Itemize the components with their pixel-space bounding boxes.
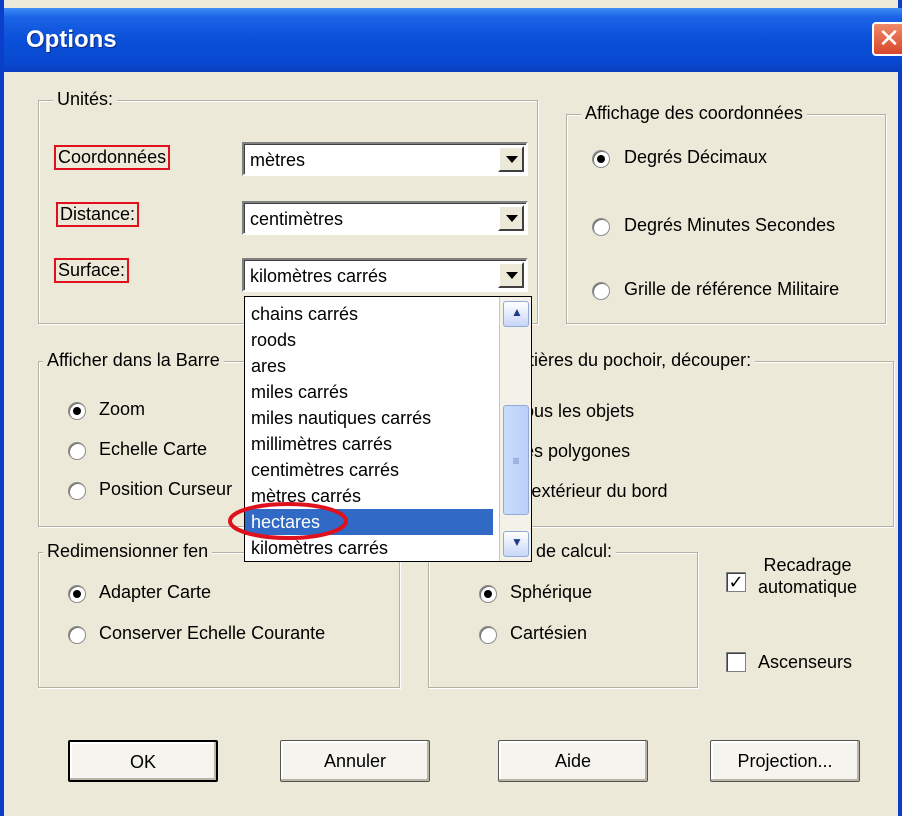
chevron-down-icon: ▼ <box>511 535 523 549</box>
help-button[interactable]: Aide <box>498 740 648 782</box>
distance-label: Distance: <box>56 202 140 227</box>
resize-group: Redimensionner fen <box>38 541 400 688</box>
dropdown-scrollbar[interactable]: ▲ ≡ ▼ <box>499 297 531 561</box>
coord-unit-value: mètres <box>250 150 306 170</box>
status-radio-scale[interactable] <box>68 442 86 460</box>
calc-option-cartesian: Cartésien <box>510 623 588 643</box>
stencil-option-outside[interactable]: l'extérieur du bord <box>524 481 668 502</box>
chevron-up-icon: ▲ <box>511 305 523 319</box>
units-legend: Unités: <box>53 89 118 110</box>
dialog-client: Unités: Coordonnées Distance: Surface: m… <box>4 72 898 816</box>
dropdown-item[interactable]: roods <box>245 327 493 353</box>
stencil-option-all[interactable]: ous les objets <box>524 401 634 422</box>
projection-button[interactable]: Projection... <box>710 740 860 782</box>
surface-label: Surface: <box>54 258 130 283</box>
surface-dropdown-button[interactable] <box>498 262 524 288</box>
cancel-button[interactable]: Annuler <box>280 740 430 782</box>
distance-unit-select[interactable]: centimètres <box>242 201 528 235</box>
close-icon[interactable]: ✕ <box>872 22 902 56</box>
resize-option-fit: Adapter Carte <box>99 582 212 602</box>
resize-radio-keep-scale[interactable] <box>68 626 86 644</box>
status-radio-zoom[interactable] <box>68 402 86 420</box>
calc-radio-cartesian[interactable] <box>479 626 497 644</box>
scrollbars-checkbox[interactable] <box>726 652 746 672</box>
coords-display-legend: Affichage des coordonnées <box>581 103 807 124</box>
calc-radio-spherical[interactable] <box>479 585 497 603</box>
scroll-up-button[interactable]: ▲ <box>503 301 529 327</box>
dropdown-item[interactable]: chains carrés <box>245 301 493 327</box>
autocrop-label-line2: automatique <box>758 577 858 597</box>
chevron-down-icon <box>506 272 518 279</box>
calc-option-spherical: Sphérique <box>510 582 593 602</box>
stencil-legend: ntières du pochoir, découper: <box>515 350 756 371</box>
resize-legend: Redimensionner fen <box>43 541 213 562</box>
coords-option-dms: Degrés Minutes Secondes <box>624 215 836 235</box>
annotation-ellipse <box>228 502 348 540</box>
coords-option-military: Grille de référence Militaire <box>624 279 840 299</box>
dropdown-item[interactable]: centimètres carrés <box>245 457 493 483</box>
dropdown-item[interactable]: millimètres carrés <box>245 431 493 457</box>
calc-group: e de calcul: <box>428 541 698 688</box>
distance-dropdown-button[interactable] <box>498 205 524 231</box>
coords-option-decimal: Degrés Décimaux <box>624 147 768 167</box>
status-option-scale: Echelle Carte <box>99 439 208 459</box>
dropdown-item[interactable]: miles nautiques carrés <box>245 405 493 431</box>
status-option-cursor: Position Curseur <box>99 479 233 499</box>
status-option-zoom: Zoom <box>99 399 146 419</box>
stencil-option-polygons[interactable]: es polygones <box>524 441 630 462</box>
status-radio-cursor[interactable] <box>68 482 86 500</box>
surface-unit-value: kilomètres carrés <box>250 266 388 286</box>
coords-radio-dms[interactable] <box>592 218 610 236</box>
dropdown-item[interactable]: ares <box>245 353 493 379</box>
ok-button[interactable]: OK <box>68 740 218 782</box>
distance-unit-value: centimètres <box>250 209 344 229</box>
status-bar-legend: Afficher dans la Barre <box>43 350 224 371</box>
dialog-title: Options <box>26 26 117 53</box>
dropdown-item[interactable]: miles carrés <box>245 379 493 405</box>
title-bar[interactable]: Options ✕ <box>4 8 902 72</box>
chevron-down-icon <box>506 156 518 163</box>
autocrop-label-line1: Recadrage <box>763 555 852 575</box>
scrollbar-thumb[interactable]: ≡ <box>503 405 529 515</box>
resize-radio-fit[interactable] <box>68 585 86 603</box>
coord-unit-select[interactable]: mètres <box>242 142 528 176</box>
surface-unit-select[interactable]: kilomètres carrés <box>242 258 528 292</box>
autocrop-checkbox[interactable]: ✓ <box>726 572 746 592</box>
resize-option-keep-scale: Conserver Echelle Courante <box>99 623 326 643</box>
scrollbars-label: Ascenseurs <box>758 652 853 672</box>
autocrop-label: Recadrage automatique <box>758 554 857 598</box>
coord-dropdown-button[interactable] <box>498 146 524 172</box>
scroll-down-button[interactable]: ▼ <box>503 531 529 557</box>
coord-label: Coordonnées <box>54 145 171 170</box>
chevron-down-icon <box>506 215 518 222</box>
coords-radio-military[interactable] <box>592 282 610 300</box>
coords-radio-decimal[interactable] <box>592 150 610 168</box>
